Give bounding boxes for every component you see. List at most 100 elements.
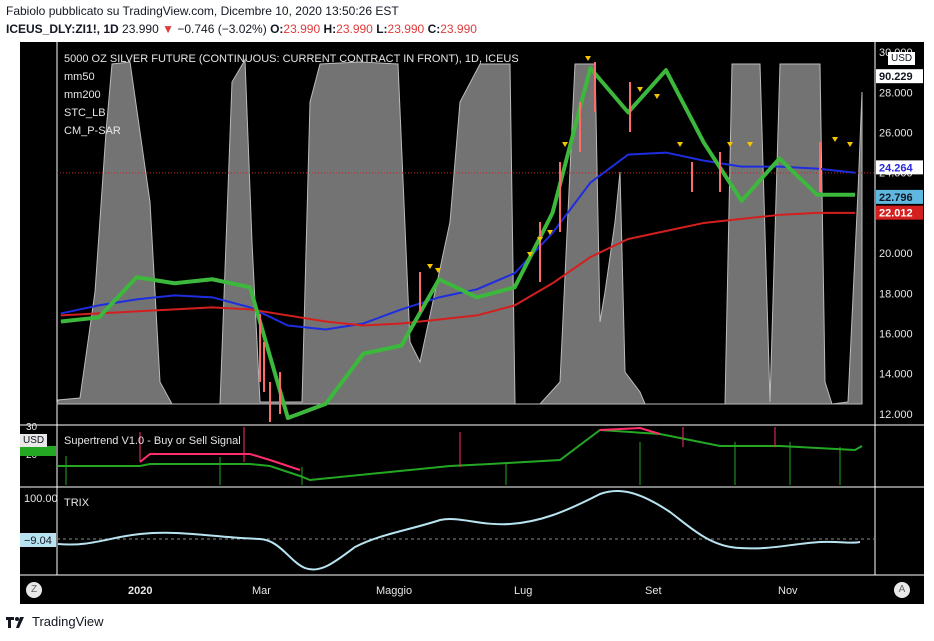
series-mm50-point xyxy=(703,160,705,162)
series-mm50-point xyxy=(136,298,138,300)
series-mm200-point xyxy=(98,312,100,314)
series-mm200-point xyxy=(249,308,251,310)
supertrend-currency: USD xyxy=(20,434,48,447)
series-sar-point xyxy=(325,403,327,405)
supertrend-tick-label: 30 xyxy=(26,422,38,433)
series-mm200-point xyxy=(514,304,516,306)
price-change: −0.746 (−3.02%) xyxy=(177,22,267,36)
chart-panel[interactable]: 30.00028.00026.00024.00022.00020.00018.0… xyxy=(20,42,924,604)
indicator-label: mm50 xyxy=(64,71,95,83)
series-mm200-point xyxy=(173,308,175,310)
series-mm200-point xyxy=(741,218,743,220)
time-axis-label: Set xyxy=(645,585,662,597)
trix-tick-label: 100.00 xyxy=(24,493,58,505)
series-mm50-point xyxy=(665,152,667,154)
series-mm200-point xyxy=(703,222,705,224)
series-sar-point xyxy=(60,320,62,322)
series-sar-point xyxy=(854,194,856,196)
indicator-label: CM_P-SAR xyxy=(64,125,121,137)
supertrend-title: Supertrend V1.0 - Buy or Sell Signal xyxy=(64,435,241,447)
series-mm200-point xyxy=(778,214,780,216)
close-value: 23.990 xyxy=(440,22,477,36)
indicator-label: mm200 xyxy=(64,89,101,101)
high-value: 23.990 xyxy=(336,22,373,36)
time-axis-label: Mar xyxy=(252,585,271,597)
price-tick-label: 14.000 xyxy=(879,369,913,381)
series-mm50-point xyxy=(98,304,100,306)
price-tag-label: 22.012 xyxy=(879,208,913,220)
footer: TradingView xyxy=(6,614,104,629)
series-mm50-point xyxy=(211,296,213,298)
series-mm50-point xyxy=(325,329,327,331)
sell-signal-triangle xyxy=(847,142,853,147)
trix-line xyxy=(57,490,861,571)
price-tag-label: 24.264 xyxy=(879,162,914,174)
series-sar-point xyxy=(362,353,364,355)
tradingview-logo-icon xyxy=(6,616,24,628)
series-mm50-point xyxy=(362,322,364,324)
series-sar-point xyxy=(438,278,440,280)
price-tick-label: 28.000 xyxy=(879,87,913,99)
time-axis-label: 2020 xyxy=(128,585,152,597)
series-mm50-point xyxy=(400,308,402,310)
series-mm200-point xyxy=(552,282,554,284)
series-mm50-point xyxy=(287,324,289,326)
series-sar-point xyxy=(816,194,818,196)
series-mm50-point xyxy=(627,154,629,156)
series-sar-point xyxy=(400,345,402,347)
series-mm50-point xyxy=(816,168,818,170)
price-tag-label: 90.229 xyxy=(879,71,913,83)
chart-canvas[interactable]: 30.00028.00026.00024.00022.00020.00018.0… xyxy=(20,42,924,604)
time-axis-label: Maggio xyxy=(376,585,412,597)
price-tick-label: 26.000 xyxy=(879,127,913,139)
trix-title: TRIX xyxy=(64,497,90,509)
series-mm200-point xyxy=(665,230,667,232)
price-tick-label: 16.000 xyxy=(879,329,913,341)
series-mm200-point xyxy=(854,212,856,214)
series-mm50-point xyxy=(249,306,251,308)
zoom-button[interactable]: Z xyxy=(26,582,42,598)
series-mm50-point xyxy=(60,312,62,314)
series-mm200-point xyxy=(627,238,629,240)
series-mm200-point xyxy=(816,212,818,214)
series-sar-point xyxy=(173,282,175,284)
symbol-name: ICEUS_DLY:ZI1!, 1D xyxy=(6,22,119,36)
series-mm50-point xyxy=(589,182,591,184)
sell-signal-triangle xyxy=(427,264,433,269)
auto-scale-button[interactable]: A xyxy=(894,582,910,598)
sell-signal-triangle xyxy=(677,142,683,147)
series-mm200-point xyxy=(211,306,213,308)
series-sar-point xyxy=(778,158,780,160)
last-price: 23.990 xyxy=(122,22,159,36)
series-sar-point xyxy=(514,286,516,288)
series-sar-point xyxy=(476,296,478,298)
series-mm200-point xyxy=(589,256,591,258)
series-mm50-point xyxy=(476,288,478,290)
sell-signal-triangle xyxy=(585,56,591,61)
price-tick-label: 12.000 xyxy=(879,409,913,421)
open-value: 23.990 xyxy=(283,22,321,36)
series-sar-point xyxy=(287,417,289,419)
series-sar-point xyxy=(589,67,591,69)
down-arrow-icon: ▼ xyxy=(162,22,174,36)
series-mm200-point xyxy=(400,322,402,324)
indicator-label: STC_LB xyxy=(64,107,106,119)
stc-area xyxy=(56,58,863,405)
series-sar-point xyxy=(211,278,213,280)
sell-signal-triangle xyxy=(562,142,568,147)
price-tick-label: 18.000 xyxy=(879,288,913,300)
series-sar-point xyxy=(665,69,667,71)
time-axis-label: Lug xyxy=(514,585,532,597)
series-sar-point xyxy=(136,276,138,278)
series-mm200-point xyxy=(60,314,62,316)
series-sar-point xyxy=(741,200,743,202)
supertrend-value-tag xyxy=(20,446,56,456)
series-sar-point xyxy=(98,316,100,318)
series-mm50-point xyxy=(741,166,743,168)
price-tick-label: 20.000 xyxy=(879,248,913,260)
series-mm50-point xyxy=(514,272,516,274)
series-mm50-point xyxy=(854,172,856,174)
close-label: C: xyxy=(427,22,441,36)
series-mm50-point xyxy=(173,294,175,296)
series-sar-point xyxy=(552,212,554,214)
